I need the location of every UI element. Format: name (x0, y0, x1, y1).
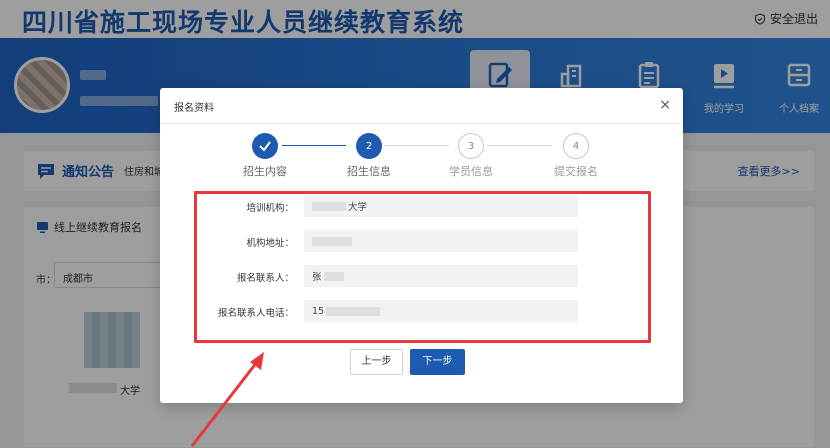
modal-title: 报名资料 (174, 103, 214, 114)
step-4-label: 提交报名 (554, 165, 598, 178)
step-1-label: 招生内容 (243, 165, 287, 178)
step-connector (385, 145, 449, 146)
close-icon[interactable]: × (659, 97, 671, 113)
prev-step-button[interactable]: 上一步 (350, 349, 403, 375)
step-1-circle (252, 133, 278, 159)
highlight-annotation-box (194, 191, 651, 343)
step-connector (282, 145, 346, 146)
step-4-circle: 4 (563, 133, 589, 159)
next-step-button[interactable]: 下一步 (410, 349, 465, 375)
step-3-circle: 3 (458, 133, 484, 159)
step-connector (487, 145, 551, 146)
step-3-label: 学员信息 (449, 165, 493, 178)
modal-header: 报名资料 × (160, 88, 683, 124)
check-icon (259, 141, 271, 152)
step-2-label: 招生信息 (347, 165, 391, 178)
step-2-circle: 2 (356, 133, 382, 159)
step-indicator: 2 3 4 招生内容 招生信息 学员信息 提交报名 (160, 133, 683, 183)
